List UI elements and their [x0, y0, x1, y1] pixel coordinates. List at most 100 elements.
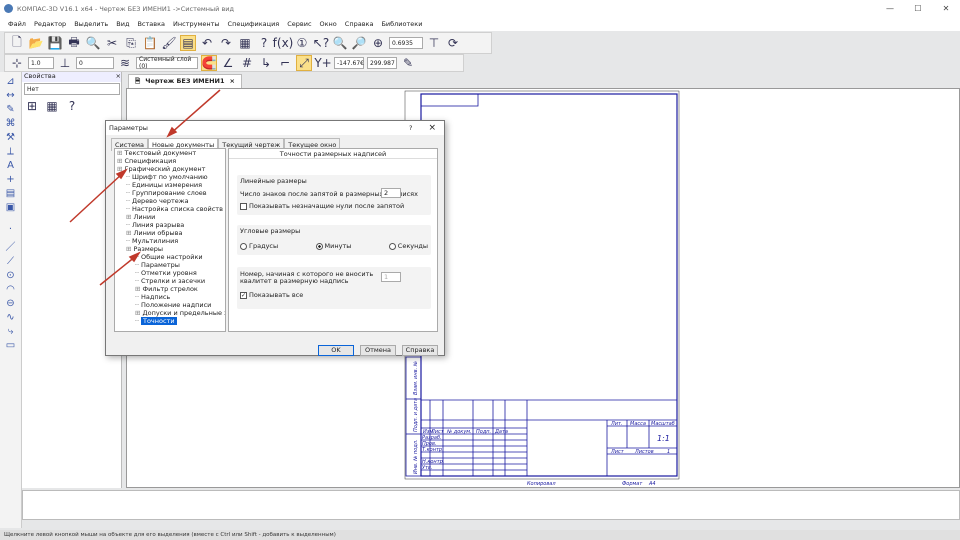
new-file-icon[interactable]: 🗋 — [9, 35, 25, 51]
segment-icon[interactable]: ⟋ — [7, 256, 14, 267]
undo-icon[interactable]: ↶ — [199, 35, 215, 51]
refresh-icon[interactable]: ⟳ — [445, 35, 461, 51]
tree-item[interactable]: ┄ Шрифт по умолчанию — [115, 173, 225, 181]
maximize-button[interactable]: ☐ — [904, 0, 932, 17]
radio-minutes[interactable]: Минуты — [315, 242, 351, 250]
edit-pen-icon[interactable]: ✎ — [400, 55, 416, 71]
minimize-button[interactable]: — — [876, 0, 904, 17]
circle-icon[interactable]: ⊙ — [6, 270, 14, 281]
fx-icon[interactable]: f(x) — [273, 35, 294, 51]
panel-close-icon[interactable]: × — [116, 72, 121, 82]
properties-toggle-icon[interactable]: ▤ — [180, 35, 196, 51]
tree-item[interactable]: ⊞ Текстовый документ — [115, 149, 225, 157]
ellipse-icon[interactable]: ⊖ — [6, 298, 14, 309]
help-button[interactable]: Справка — [402, 345, 438, 356]
preview-icon[interactable]: 🔍 — [85, 35, 101, 51]
copy-icon[interactable]: ⎘ — [123, 35, 139, 51]
expand-icon[interactable]: ⊞ — [126, 229, 134, 237]
menu-item[interactable]: Спецификация — [228, 20, 280, 28]
cut-icon[interactable]: ✂ — [104, 35, 120, 51]
variables-icon[interactable]: ? — [256, 35, 272, 51]
layer-step-icon[interactable]: ⊥ — [57, 55, 73, 71]
show-zeros-checkbox[interactable] — [240, 202, 247, 210]
document-tab[interactable]: 🗎 Чертеж БЕЗ ИМЕНИ1 × — [128, 74, 242, 88]
zoom-all-icon[interactable]: 🔎 — [351, 35, 367, 51]
cancel-button[interactable]: Отмена — [360, 345, 396, 356]
ortho-icon[interactable]: ∠ — [220, 55, 236, 71]
context-help-icon[interactable]: ↖? — [313, 35, 329, 51]
spec-icon[interactable]: + — [6, 174, 14, 185]
tree-item[interactable]: ┄ Стрелки и засечки — [115, 277, 225, 285]
redo-icon[interactable]: ↷ — [218, 35, 234, 51]
radio-degrees[interactable]: Градусы — [240, 242, 278, 250]
cursor-snap-icon[interactable]: ⤢ — [296, 55, 312, 71]
menu-item[interactable]: Справка — [345, 20, 374, 28]
point-icon[interactable]: · — [9, 224, 12, 235]
axes-icon[interactable]: ↳ — [258, 55, 274, 71]
local-cs-icon[interactable]: ⊹ — [9, 55, 25, 71]
tree-item[interactable]: ┄ Дерево чертежа — [115, 197, 225, 205]
line-scale-select[interactable]: 1.0 — [28, 57, 54, 69]
tree-icon[interactable]: ⊞ — [24, 98, 40, 114]
renumber-icon[interactable]: ① — [294, 35, 310, 51]
menu-item[interactable]: Библиотеки — [381, 20, 422, 28]
rectangle-icon[interactable]: ▭ — [6, 340, 15, 351]
tree-item[interactable]: ┄ Положение надписи — [115, 301, 225, 309]
tree-item[interactable]: ┄ Надпись — [115, 293, 225, 301]
geometry-icon[interactable]: ⊿ — [6, 76, 14, 87]
expand-icon[interactable]: ⊞ — [126, 213, 134, 221]
print-icon[interactable]: 🖶 — [66, 35, 82, 51]
close-window-button[interactable]: ✕ — [932, 0, 960, 17]
menu-item[interactable]: Вид — [116, 20, 129, 28]
select-icon[interactable]: A — [7, 160, 14, 171]
tree-item[interactable]: ┄ Параметры — [115, 261, 225, 269]
round-icon[interactable]: ⌐ — [277, 55, 293, 71]
expand-icon[interactable]: ⊞ — [117, 149, 125, 157]
menu-item[interactable]: Редактор — [34, 20, 66, 28]
open-icon[interactable]: 📂 — [28, 35, 44, 51]
menu-item[interactable]: Вставка — [137, 20, 165, 28]
edit-icon[interactable]: ⌘ — [6, 118, 16, 129]
measure-tool-icon[interactable]: ⟂ — [7, 146, 14, 157]
coord-x-field[interactable]: -147.67€ — [334, 57, 364, 69]
zoom-window-icon[interactable]: 🔍 — [332, 35, 348, 51]
decimals-spinner[interactable]: 2 — [381, 188, 401, 198]
tree-item[interactable]: ┄ Точности — [115, 317, 225, 325]
layer-select[interactable]: Системный слой (0) — [136, 56, 198, 70]
tree-item[interactable]: ⊞ Линии обрыва — [115, 229, 225, 237]
tree-item[interactable]: ┄ Отметки уровня — [115, 269, 225, 277]
paste-icon[interactable]: 📋 — [142, 35, 158, 51]
show-all-checkbox[interactable]: ✓ — [240, 291, 247, 299]
format-brush-icon[interactable]: 🖌 — [161, 35, 177, 51]
tree-item[interactable]: ⊞ Допуски и предельные знач — [115, 309, 225, 317]
tree-item[interactable]: ⊞ Графический документ — [115, 165, 225, 173]
manager-icon[interactable]: ▦ — [237, 35, 253, 51]
tree-item[interactable]: ⊞ Размеры — [115, 245, 225, 253]
tree-item[interactable]: ⊞ Фильтр стрелок — [115, 285, 225, 293]
spline-icon[interactable]: ∿ — [6, 312, 14, 323]
menu-item[interactable]: Выделить — [74, 20, 108, 28]
expand-icon[interactable]: ⊞ — [117, 165, 125, 173]
properties-select[interactable]: Нет — [24, 83, 120, 95]
zoom-in-icon[interactable]: ⊕ — [370, 35, 386, 51]
measure-icon[interactable]: ⊤ — [426, 35, 442, 51]
step-field[interactable]: 0 — [76, 57, 114, 69]
grid-icon[interactable]: # — [239, 55, 255, 71]
fragment-icon[interactable]: ▣ — [6, 202, 15, 213]
tree-item[interactable]: ┄ Мультилиния — [115, 237, 225, 245]
menu-item[interactable]: Окно — [320, 20, 337, 28]
snap-magnet-icon[interactable]: 🧲 — [201, 55, 217, 71]
tree-item[interactable]: ┄ Настройка списка свойств — [115, 205, 225, 213]
tree-item[interactable]: ┄ Группирование слоев — [115, 189, 225, 197]
report-icon[interactable]: ▤ — [6, 188, 15, 199]
arc-icon[interactable]: ◠ — [6, 284, 15, 295]
tree-item[interactable]: ┄ Единицы измерения — [115, 181, 225, 189]
tree-item[interactable]: ⊞ Спецификация — [115, 157, 225, 165]
settings-tree[interactable]: ⊞ Текстовый документ ⊞ Спецификация ⊞ Граф… — [114, 148, 226, 332]
expand-icon[interactable]: ⊞ — [126, 245, 134, 253]
zoom-scale-select[interactable]: 0.6935 — [389, 37, 423, 49]
menu-item[interactable]: Инструменты — [173, 20, 220, 28]
expand-icon[interactable]: ⊞ — [135, 285, 143, 293]
menu-item[interactable]: Сервис — [287, 20, 311, 28]
tree-item[interactable]: ⊞ Линии — [115, 213, 225, 221]
